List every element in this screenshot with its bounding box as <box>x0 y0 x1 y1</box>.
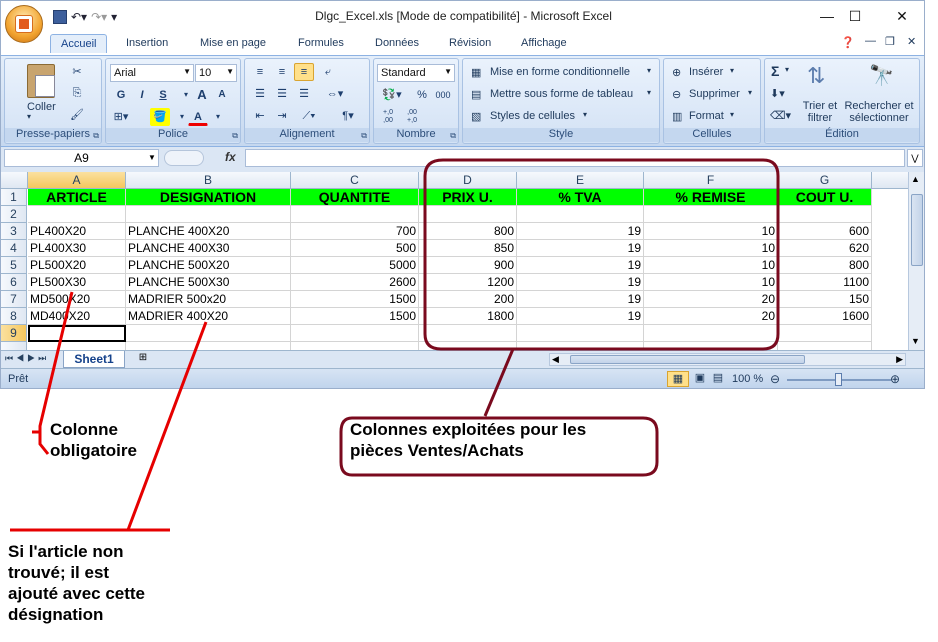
note-required-column: Colonne obligatoire <box>50 420 137 460</box>
office-logo-icon <box>15 15 33 33</box>
maroon-frame-columns-d-f <box>423 158 780 351</box>
note-not-found: Si l'article non trouvé; il est ajouté a… <box>8 542 146 624</box>
app-root: ↶▾ ↷▾ ▾ Dlgc_Excel.xls [Mode de compatib… <box>0 0 938 642</box>
maroon-connector-line <box>483 348 515 417</box>
office-button[interactable] <box>5 5 43 43</box>
note-sales-columns: Colonnes exploitées pour les pièces Vent… <box>350 420 587 460</box>
